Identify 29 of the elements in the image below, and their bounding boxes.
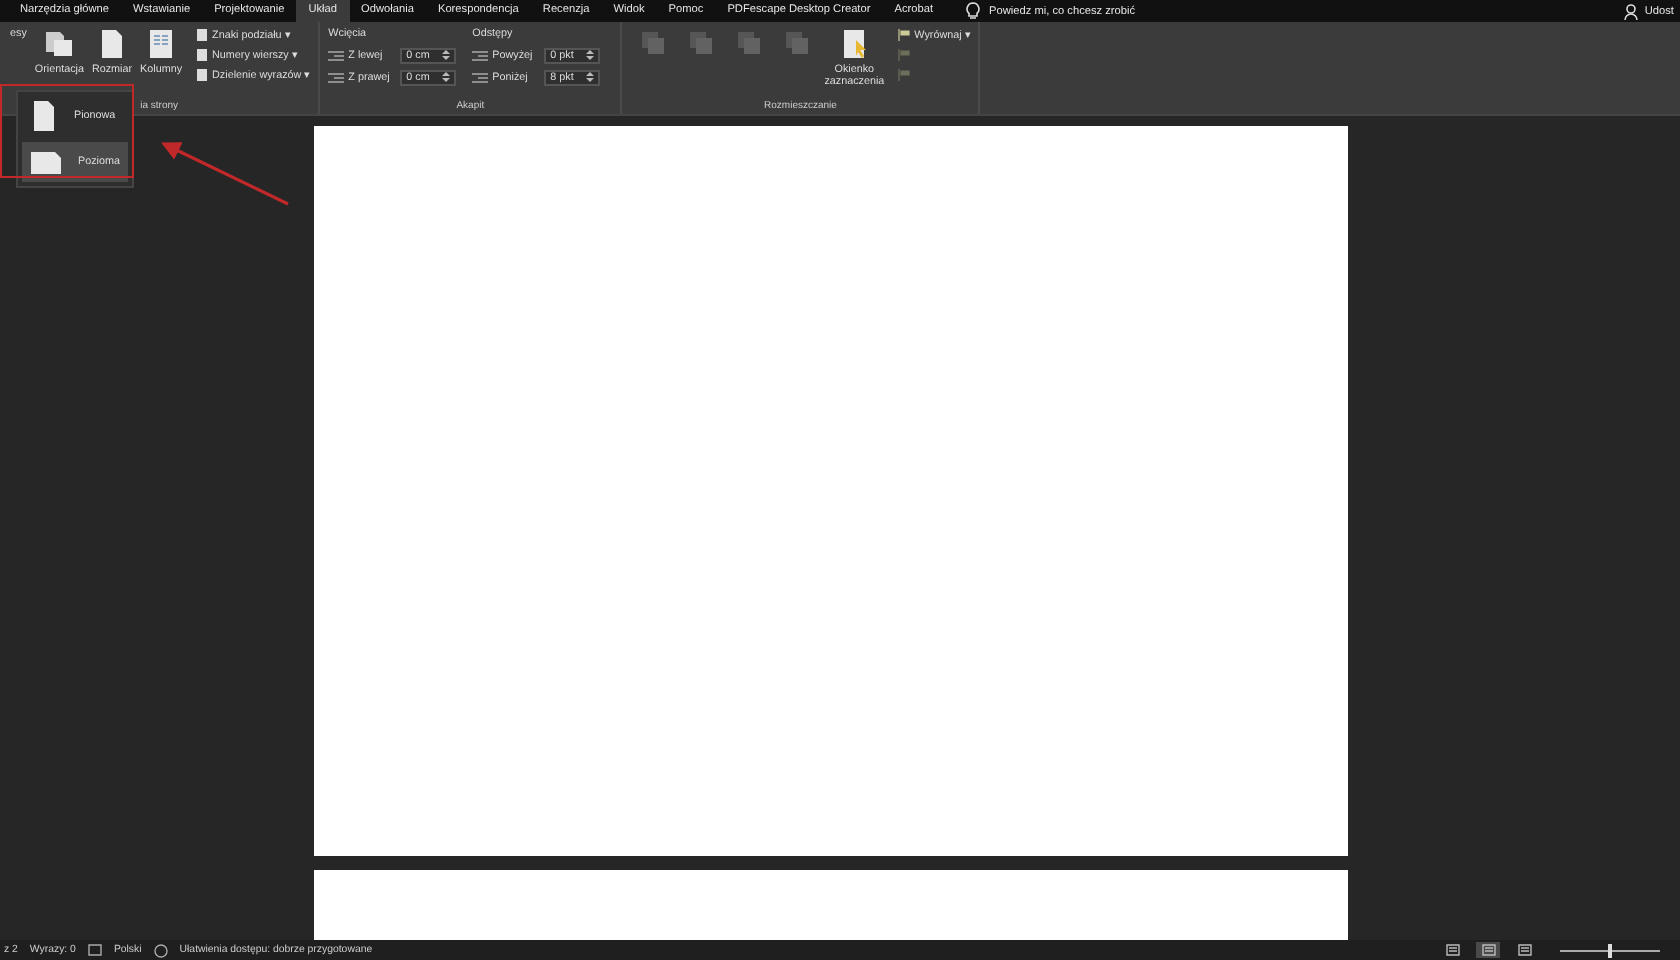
indent-icon bbox=[472, 49, 489, 61]
columns-icon bbox=[146, 28, 177, 60]
accessibility-icon bbox=[153, 943, 168, 957]
spin-arrows-icon bbox=[442, 48, 451, 62]
page-icon bbox=[97, 28, 127, 60]
layers-icon bbox=[685, 28, 716, 60]
align-icon bbox=[898, 67, 911, 81]
view-button[interactable] bbox=[1512, 942, 1536, 958]
portrait-page-icon bbox=[30, 100, 58, 132]
indent-icon bbox=[328, 71, 345, 83]
landscape-page-icon bbox=[30, 148, 62, 176]
indent-icon bbox=[472, 71, 489, 83]
lightbulb-icon bbox=[965, 2, 979, 20]
layers-icon bbox=[781, 28, 812, 60]
person-icon bbox=[1624, 3, 1639, 19]
spin-arrows-icon bbox=[586, 48, 595, 62]
layers-icon bbox=[637, 28, 668, 60]
pages-icon bbox=[44, 28, 75, 60]
highlight-frame bbox=[0, 84, 134, 178]
view-button[interactable] bbox=[1476, 942, 1500, 958]
view-button[interactable] bbox=[1440, 942, 1464, 958]
proofing-icon bbox=[87, 944, 102, 956]
indent-icon bbox=[328, 49, 345, 61]
align-icon bbox=[898, 27, 911, 41]
spin-arrows-icon bbox=[442, 70, 451, 84]
spin-arrows-icon bbox=[586, 70, 595, 84]
layers-icon bbox=[733, 28, 764, 60]
selection-pane-icon bbox=[839, 28, 870, 60]
align-icon bbox=[898, 47, 911, 61]
